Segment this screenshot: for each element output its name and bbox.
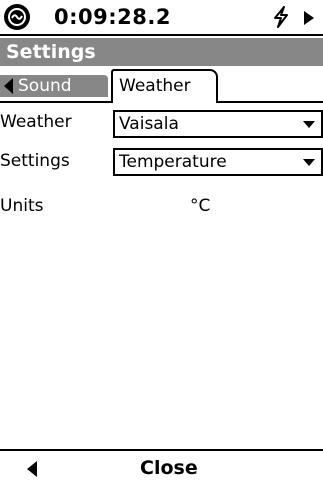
elapsed-time: 0:09:28.2 [54,5,171,29]
tab-left-arrow-icon[interactable] [4,78,13,94]
weather-select[interactable]: Vaisala [113,110,323,138]
power-icon [274,6,288,28]
device-screen: 0:09:28.2 Settings Sound Weather Weather… [0,0,323,485]
page-title: Settings [0,38,323,66]
units-label: Units [0,196,44,216]
weather-select-value: Vaisala [119,114,179,134]
settings-select[interactable]: Temperature [113,148,323,176]
tab-strip: Sound Weather [0,67,323,103]
chevron-down-icon[interactable] [303,159,315,166]
tab-sound-label: Sound [18,76,72,96]
status-bar: 0:09:28.2 [0,0,323,36]
settings-label: Settings [0,151,70,171]
units-value: °C [190,196,211,216]
weather-label: Weather [0,112,72,132]
tab-sound[interactable]: Sound [0,75,108,97]
instrument-icon [4,4,30,30]
chevron-down-icon[interactable] [303,121,315,128]
back-arrow-icon[interactable] [27,461,37,477]
settings-select-value: Temperature [119,152,227,172]
close-button[interactable]: Close [140,453,198,483]
tab-weather[interactable]: Weather [111,69,218,103]
tab-weather-label: Weather [119,76,191,96]
play-icon[interactable] [304,11,314,25]
bottom-bar: Close [0,449,323,485]
